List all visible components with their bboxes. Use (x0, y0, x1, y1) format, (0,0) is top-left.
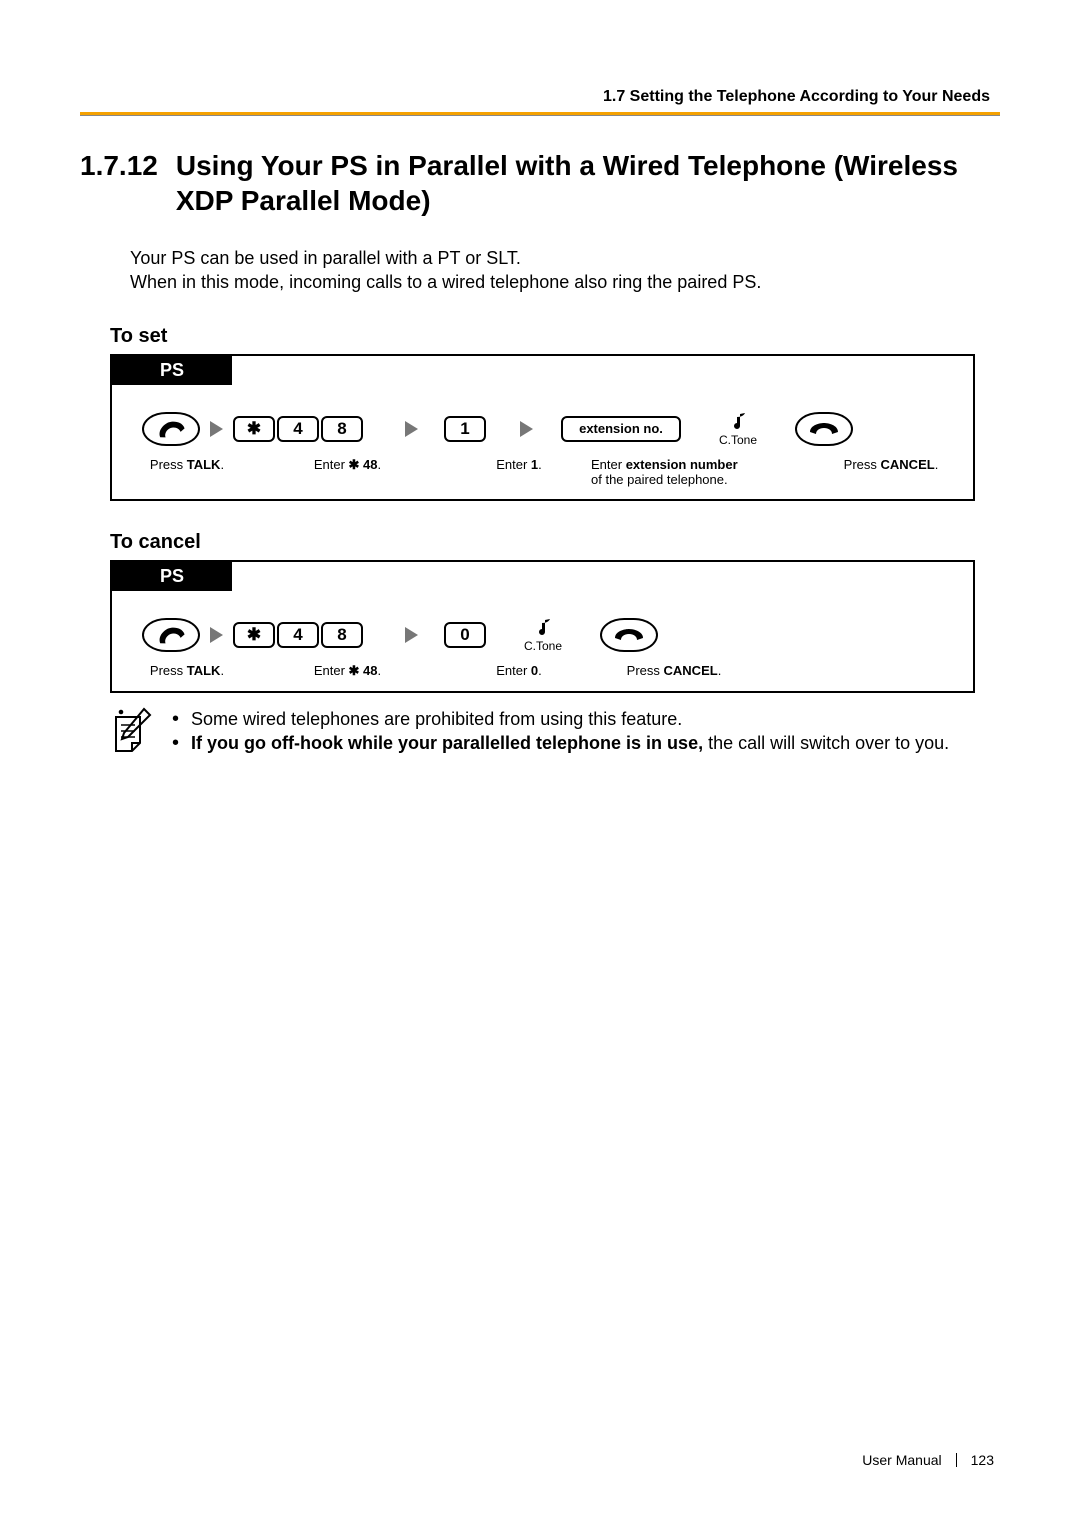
page: 1.7 Setting the Telephone According to Y… (0, 0, 1080, 1528)
key-8: 8 (321, 622, 363, 648)
key-extension-no: extension no. (561, 416, 681, 442)
intro-line-2: When in this mode, incoming calls to a w… (130, 270, 1000, 294)
to-set-box: PS ✱ 4 8 1 extension no. (110, 354, 975, 501)
caption-extension: Enter extension number of the paired tel… (591, 457, 766, 487)
arrow-icon (520, 421, 533, 437)
caption-cancel: Press CANCEL. (619, 663, 729, 678)
note-item: If you go off-hook while your parallelle… (172, 731, 949, 755)
to-cancel-box: PS ✱ 4 8 0 C.Tone (110, 560, 975, 693)
ctone-icon: C.Tone (719, 411, 757, 447)
to-set-heading: To set (110, 325, 1000, 348)
key-group-star48: ✱ 4 8 (233, 622, 363, 648)
notes-list: Some wired telephones are prohibited fro… (172, 707, 949, 763)
key-0: 0 (444, 622, 486, 648)
caption-talk: Press TALK. (142, 457, 232, 472)
to-cancel-body: ✱ 4 8 0 C.Tone (112, 591, 973, 691)
key-group-star48: ✱ 4 8 (233, 416, 363, 442)
to-set-body: ✱ 4 8 1 extension no. C.Tone (112, 385, 973, 499)
ps-tab: PS (112, 356, 232, 385)
ctone-label: C.Tone (524, 639, 562, 653)
cancel-icon (600, 618, 658, 652)
section-title-text: Using Your PS in Parallel with a Wired T… (176, 148, 1000, 218)
key-4: 4 (277, 622, 319, 648)
arrow-icon (405, 627, 418, 643)
intro-text: Your PS can be used in parallel with a P… (130, 246, 1000, 295)
section-title: 1.7.12 Using Your PS in Parallel with a … (80, 148, 1000, 218)
to-set-captions: Press TALK. Enter ✱ 48. Enter 1. Enter e… (142, 457, 953, 487)
to-cancel-heading: To cancel (110, 531, 1000, 554)
page-number: 123 (971, 1452, 994, 1468)
caption-cancel: Press CANCEL. (836, 457, 946, 472)
key-star: ✱ (233, 416, 275, 442)
to-cancel-flow: ✱ 4 8 0 C.Tone (142, 617, 953, 653)
note-item: Some wired telephones are prohibited fro… (172, 707, 949, 731)
cancel-icon (795, 412, 853, 446)
notes-block: Some wired telephones are prohibited fro… (110, 707, 1000, 763)
intro-line-1: Your PS can be used in parallel with a P… (130, 246, 1000, 270)
key-1: 1 (444, 416, 486, 442)
arrow-icon (405, 421, 418, 437)
section-number: 1.7.12 (80, 148, 158, 218)
to-set-flow: ✱ 4 8 1 extension no. C.Tone (142, 411, 953, 447)
page-footer: User Manual 123 (862, 1452, 994, 1468)
caption-talk: Press TALK. (142, 663, 232, 678)
footer-label: User Manual (862, 1452, 941, 1468)
talk-icon (142, 412, 200, 446)
talk-icon (142, 618, 200, 652)
arrow-icon (210, 627, 223, 643)
caption-enter-1: Enter 1. (479, 457, 559, 472)
ctone-icon: C.Tone (524, 617, 562, 653)
footer-separator (956, 1453, 957, 1467)
caption-enter-48: Enter ✱ 48. (270, 663, 425, 679)
caption-enter-0: Enter 0. (479, 663, 559, 678)
ctone-label: C.Tone (719, 433, 757, 447)
ps-tab: PS (112, 562, 232, 591)
caption-enter-48: Enter ✱ 48. (270, 457, 425, 473)
key-star: ✱ (233, 622, 275, 648)
arrow-icon (210, 421, 223, 437)
running-head: 1.7 Setting the Telephone According to Y… (80, 88, 1000, 106)
header-rule (80, 112, 1000, 116)
to-cancel-captions: Press TALK. Enter ✱ 48. Enter 0. Press C… (142, 663, 953, 679)
key-8: 8 (321, 416, 363, 442)
key-4: 4 (277, 416, 319, 442)
note-icon (110, 707, 156, 763)
